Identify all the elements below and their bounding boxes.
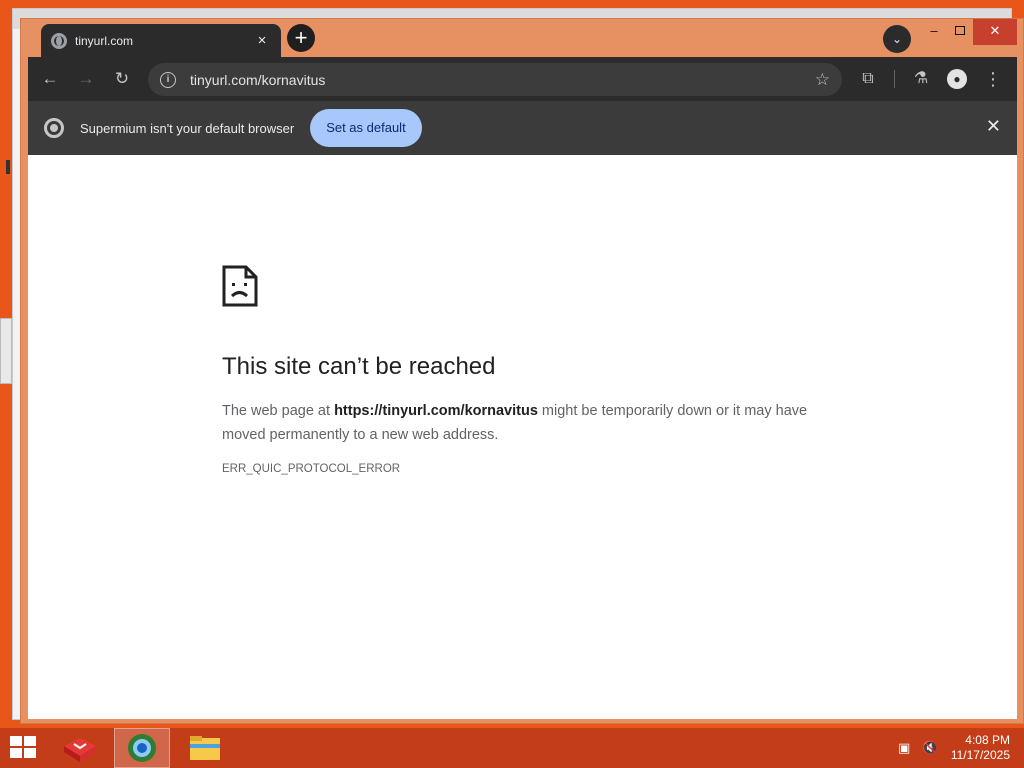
- infobar-close-button[interactable]: ✕: [986, 116, 1001, 137]
- file-explorer-icon[interactable]: [176, 728, 232, 768]
- profile-avatar-icon: ●: [947, 69, 967, 89]
- error-description: The web page at https://tinyurl.com/korn…: [222, 399, 822, 447]
- globe-icon: [51, 32, 67, 49]
- maximize-icon: [955, 26, 965, 35]
- reload-button[interactable]: ↻: [104, 61, 140, 97]
- error-desc-prefix: The web page at: [222, 403, 335, 419]
- error-title: This site can’t be reached: [222, 353, 496, 380]
- labs-flask-icon[interactable]: ⚗: [903, 61, 939, 97]
- site-info-icon[interactable]: i: [160, 71, 176, 88]
- set-as-default-button[interactable]: Set as default: [310, 109, 422, 147]
- tab-tinyurl[interactable]: tinyurl.com ×: [41, 24, 281, 57]
- error-code[interactable]: ERR_QUIC_PROTOCOL_ERROR: [222, 463, 400, 475]
- background-glyph: [6, 160, 10, 174]
- browser-logo-icon: [44, 118, 64, 138]
- window-close-button[interactable]: ✕: [973, 19, 1017, 45]
- folder-graphic: [190, 736, 220, 760]
- address-bar[interactable]: i tinyurl.com/kornavitus ☆: [148, 63, 842, 96]
- error-desc-url: https://tinyurl.com/kornavitus: [334, 403, 538, 419]
- start-pane-4: [24, 748, 36, 758]
- profile-button[interactable]: ●: [939, 61, 975, 97]
- back-button[interactable]: ←: [32, 61, 68, 97]
- store-graphic: [64, 738, 96, 762]
- clock[interactable]: 4:08 PM 11/17/2025: [951, 733, 1010, 763]
- default-browser-infobar: Supermium isn't your default browser Set…: [28, 101, 1017, 155]
- supermium-icon[interactable]: [114, 728, 170, 768]
- start-pane-1: [10, 736, 22, 746]
- clock-date: 11/17/2025: [950, 748, 1010, 762]
- taskbar: ▣ 🔇 4:08 PM 11/17/2025: [0, 728, 1024, 768]
- browser-window: tinyurl.com × + ⌄ – ✕ ← → ↻ i tinyurl.co…: [20, 18, 1024, 724]
- store-icon[interactable]: [52, 728, 108, 768]
- sad-page-icon: [222, 265, 258, 307]
- bookmark-star-icon[interactable]: ☆: [815, 70, 830, 90]
- extensions-icon[interactable]: ⧉: [850, 61, 886, 97]
- title-bar: tinyurl.com × + ⌄ – ✕: [21, 19, 1023, 57]
- windows-start-icon[interactable]: [10, 736, 38, 760]
- maximize-button[interactable]: [945, 19, 975, 45]
- toolbar-divider: [894, 70, 895, 88]
- start-pane-2: [24, 736, 36, 746]
- background-window-edge: [0, 318, 12, 384]
- volume-muted-icon[interactable]: 🔇: [922, 740, 938, 756]
- network-icon[interactable]: ▣: [898, 740, 910, 756]
- start-pane-3: [10, 748, 22, 758]
- menu-kebab-icon[interactable]: ⋮: [975, 61, 1011, 97]
- clock-time: 4:08 PM: [965, 733, 1010, 747]
- url-text[interactable]: tinyurl.com/kornavitus: [190, 72, 815, 88]
- new-tab-button[interactable]: +: [287, 24, 315, 52]
- tab-title: tinyurl.com: [75, 33, 134, 48]
- browser-toolbar: ← → ↻ i tinyurl.com/kornavitus ☆ ⧉ ⚗ ● ⋮: [28, 57, 1017, 101]
- forward-button[interactable]: →: [68, 61, 104, 97]
- page-content: This site can’t be reached The web page …: [28, 155, 1017, 719]
- infobar-message: Supermium isn't your default browser: [80, 120, 295, 136]
- supermium-graphic: [128, 734, 156, 762]
- tab-search-button[interactable]: ⌄: [883, 25, 911, 53]
- tab-close-button[interactable]: ×: [253, 32, 271, 49]
